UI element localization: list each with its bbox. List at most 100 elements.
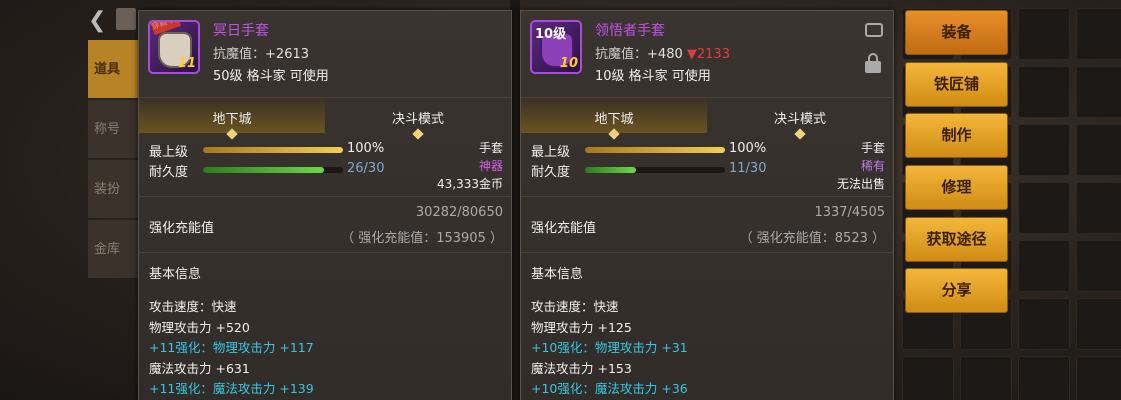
stat-line: +11强化：物理攻击力 +117 — [149, 340, 314, 355]
enhance-sub: （ 强化充能值：153905 ） — [341, 231, 503, 246]
durability-fill — [203, 167, 325, 173]
inventory-slot[interactable] — [1076, 182, 1121, 234]
item-name: 领悟者手套 — [595, 23, 665, 39]
tab-dungeon[interactable]: 地下城 — [139, 98, 325, 140]
enhance-label: 强化充能值 — [531, 221, 597, 236]
equip-button[interactable]: 装备 — [905, 10, 1008, 55]
magic-resist-stat: 抗魔值：+480 ▼2133 — [595, 47, 730, 62]
durability-fill — [585, 167, 637, 173]
stat-line: 魔法攻击力 +153 — [531, 360, 632, 376]
compare-item-tooltip: 10级 10 领悟者手套 抗魔值：+480 ▼2133 10级 格斗家 可使用 … — [520, 10, 894, 400]
max-level-value: 100% — [729, 141, 767, 156]
inventory-slot[interactable] — [1018, 356, 1070, 400]
action-buttons: 装备 铁匠铺 制作 修理 获取途径 分享 — [905, 10, 1008, 320]
max-level-label: 最上级 — [149, 145, 189, 160]
basic-info: 基本信息 攻击速度：快速 物理攻击力 +125 +10强化：物理攻击力 +31 … — [521, 253, 893, 400]
sidebar-item-items[interactable]: 道具 — [88, 40, 138, 98]
durability-value: 26/30 — [347, 161, 385, 176]
tab-pvp[interactable]: 决斗模式 — [325, 98, 511, 140]
inventory-slot[interactable] — [1076, 298, 1121, 350]
level-badge: 10级 — [535, 27, 567, 42]
enhance-value: 30282/80650 — [415, 205, 503, 220]
basic-info-title: 基本信息 — [149, 267, 202, 282]
inventory-sidebar: 道具 称号 装扮 金库 — [88, 40, 138, 400]
inventory-slot[interactable] — [1018, 8, 1070, 60]
blacksmith-button[interactable]: 铁匠铺 — [905, 61, 1008, 107]
stat-value: +480 — [647, 47, 683, 62]
inventory-slot[interactable] — [902, 356, 954, 400]
enhance-sub: （ 强化充能值：8523 ） — [739, 231, 885, 246]
basic-info: 基本信息 攻击速度：快速 物理攻击力 +520 +11强化：物理攻击力 +117… — [139, 253, 511, 400]
stat-value: +2613 — [265, 47, 310, 62]
enhance-section: 强化充能值 30282/80650 （ 强化充能值：153905 ） — [139, 197, 511, 253]
inventory-slot[interactable] — [1076, 240, 1121, 292]
acquire-source-button[interactable]: 获取途径 — [905, 216, 1008, 262]
stat-label: 抗魔值 — [213, 47, 253, 62]
item-type: 手套 — [860, 141, 885, 155]
item-price: 无法出售 — [836, 177, 885, 191]
basic-info-title: 基本信息 — [531, 267, 584, 282]
enhance-level-badge: 10 — [559, 56, 578, 71]
inventory-slot[interactable] — [1076, 356, 1121, 400]
inventory-slot[interactable] — [960, 356, 1012, 400]
mode-tabs: 地下城 决斗模式 — [139, 97, 511, 140]
item-header: 穿戴中 11 冥日手套 抗魔值：+2613 50级 格斗家 可使用 — [139, 11, 511, 97]
durability-value: 11/30 — [729, 161, 767, 176]
sidebar-item-vault[interactable]: 金库 — [88, 220, 138, 278]
max-level-bar — [585, 147, 725, 153]
lock-icon[interactable] — [865, 53, 881, 73]
tab-dungeon[interactable]: 地下城 — [521, 98, 707, 140]
stat-line: +11强化：魔法攻击力 +139 — [149, 381, 314, 396]
inventory-slot[interactable] — [1076, 66, 1121, 118]
inventory-slot[interactable] — [1076, 124, 1121, 176]
equipped-item-tooltip: 穿戴中 11 冥日手套 抗魔值：+2613 50级 格斗家 可使用 地下城 决斗… — [138, 10, 512, 400]
stat-line: 魔法攻击力 +631 — [149, 360, 250, 376]
item-type: 手套 — [478, 141, 503, 155]
durability-label: 耐久度 — [149, 165, 189, 180]
stat-line: 攻击速度：快速 — [531, 299, 619, 314]
item-grade: 神器 — [478, 159, 503, 173]
requirement-text: 50级 格斗家 可使用 — [213, 69, 329, 84]
durability-label: 耐久度 — [531, 165, 571, 180]
tab-label: 决斗模式 — [391, 112, 444, 127]
item-icon[interactable]: 穿戴中 11 — [148, 20, 200, 74]
inventory-slot[interactable] — [1076, 8, 1121, 60]
max-level-bar — [203, 147, 343, 153]
tab-pvp[interactable]: 决斗模式 — [707, 98, 893, 140]
sidebar-item-avatar[interactable]: 装扮 — [88, 160, 138, 218]
inventory-slot[interactable] — [1018, 66, 1070, 118]
stat-line: 攻击速度：快速 — [149, 299, 237, 314]
stat-label: 抗魔值 — [595, 47, 635, 62]
max-level-label: 最上级 — [531, 145, 571, 160]
item-bars: 最上级 100% 耐久度 26/30 手套 神器 43,333金币 — [139, 133, 511, 197]
stat-line: 物理攻击力 +125 — [531, 319, 632, 335]
item-price: 43,333金币 — [437, 177, 503, 191]
sidebar-item-titles[interactable]: 称号 — [88, 100, 138, 158]
tab-label: 地下城 — [212, 112, 252, 127]
inventory-slot[interactable] — [1018, 182, 1070, 234]
item-icon[interactable]: 10级 10 — [530, 20, 582, 74]
enhance-value: 1337/4505 — [814, 205, 885, 220]
inventory-slot[interactable] — [1018, 298, 1070, 350]
max-level-fill — [585, 147, 725, 153]
max-level-value: 100% — [347, 141, 385, 156]
mode-tabs: 地下城 决斗模式 — [521, 97, 893, 140]
inventory-slot[interactable] — [1018, 240, 1070, 292]
title-decoration — [116, 8, 136, 30]
enhance-label: 强化充能值 — [149, 221, 215, 236]
item-name: 冥日手套 — [213, 23, 269, 39]
stat-line: +10强化：物理攻击力 +31 — [531, 340, 688, 355]
stat-line: 物理攻击力 +520 — [149, 319, 250, 335]
enhance-level-badge: 11 — [177, 56, 196, 71]
inventory-slot[interactable] — [1018, 124, 1070, 176]
share-button[interactable]: 分享 — [905, 268, 1008, 314]
tab-label: 决斗模式 — [773, 112, 826, 127]
repair-button[interactable]: 修理 — [905, 165, 1008, 211]
max-level-fill — [203, 147, 343, 153]
item-header: 10级 10 领悟者手套 抗魔值：+480 ▼2133 10级 格斗家 可使用 — [521, 11, 893, 97]
share-icon[interactable] — [865, 23, 883, 37]
craft-button[interactable]: 制作 — [905, 113, 1008, 159]
item-bars: 最上级 100% 耐久度 11/30 手套 稀有 无法出售 — [521, 133, 893, 197]
requirement-text: 10级 格斗家 可使用 — [595, 69, 711, 84]
durability-bar — [203, 167, 343, 173]
